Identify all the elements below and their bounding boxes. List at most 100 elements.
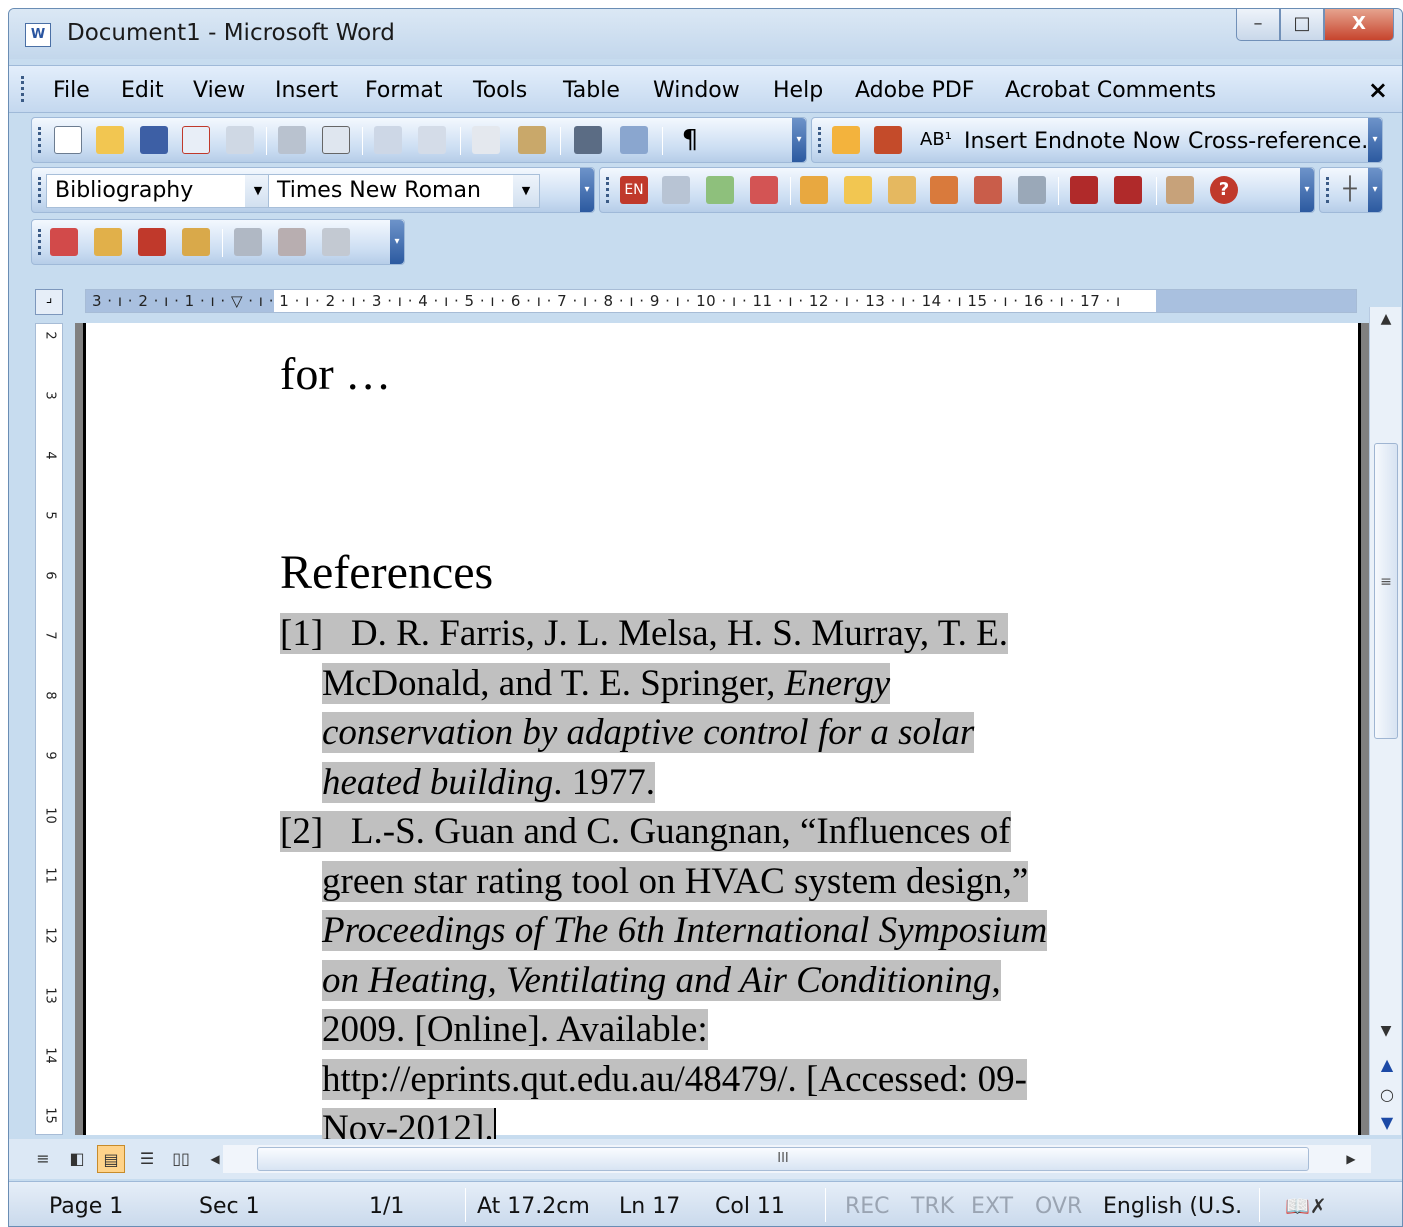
status-ovr[interactable]: OVR [1035,1194,1082,1219]
print-layout-icon[interactable]: ▤ [97,1145,125,1173]
toolbar-options-chevron[interactable]: ▾ [1300,168,1314,212]
toolbar-options-chevron[interactable]: ▾ [580,168,594,212]
unformat-citation-icon[interactable] [974,176,1002,204]
toolbar-options-chevron[interactable]: ▾ [390,220,404,264]
menu-tools[interactable]: Tools [473,78,527,103]
columns-icon[interactable] [574,126,602,154]
menu-format[interactable]: Format [365,78,443,103]
next-page-icon[interactable]: ▼ [1378,1113,1396,1132]
format-bibliography-icon[interactable] [706,176,734,204]
scroll-right-icon[interactable]: ▶ [1337,1145,1365,1173]
toolbar-grip[interactable] [1326,177,1330,203]
font-value: Times New Roman [277,178,481,203]
close-document-button[interactable]: × [1368,76,1388,104]
vertical-ruler[interactable]: 2 3 4 5 6 7 8 9 10 11 12 13 14 15 [35,323,63,1135]
menu-window[interactable]: Window [653,78,740,103]
horizontal-ruler[interactable]: 3 · ı · 2 · ı · 1 · ı · ▽ · ı · 1 · ı · … [85,289,1357,313]
open-folder-icon[interactable] [96,126,124,154]
menubar-grip[interactable] [21,76,25,102]
menu-insert[interactable]: Insert [275,78,338,103]
toolbar-grip[interactable] [818,127,822,153]
toolbar-grip[interactable] [38,177,42,203]
toolbar-grip[interactable] [38,229,42,255]
edit-library-icon[interactable] [888,176,916,204]
endnote-en-icon[interactable]: EN [620,176,648,204]
insert-reference-icon[interactable] [50,228,78,256]
menu-help[interactable]: Help [773,78,823,103]
bibliography-icon[interactable] [138,228,166,256]
drawing-icon[interactable] [620,126,648,154]
research-icon[interactable] [418,126,446,154]
insert-endnote-icon[interactable]: AB¹ [920,129,952,150]
go-to-endnote-icon[interactable] [930,176,958,204]
spelling-icon[interactable] [374,126,402,154]
close-button[interactable]: X [1324,9,1394,41]
select-browse-object-icon[interactable]: ○ [1378,1085,1396,1104]
convert-icon[interactable] [278,228,306,256]
scroll-up-icon[interactable]: ▲ [1370,311,1402,327]
single-user-icon[interactable] [1070,176,1098,204]
chevron-down-icon[interactable]: ▼ [513,175,539,207]
pdf-icon[interactable] [832,126,860,154]
menu-acrobat-comments[interactable]: Acrobat Comments [1005,78,1216,103]
save-icon[interactable] [140,126,168,154]
new-document-icon[interactable] [54,126,82,154]
previous-page-icon[interactable]: ▲ [1378,1055,1396,1074]
tab-selector-icon[interactable]: ⌟ [35,289,63,315]
users-icon[interactable] [1114,176,1142,204]
document-page[interactable]: for … References [1] D. R. Farris, J. L.… [83,323,1361,1149]
status-language[interactable]: English (U.S. [1103,1194,1242,1219]
menu-edit[interactable]: Edit [121,78,164,103]
toolbar-options-chevron[interactable]: ▾ [792,118,806,162]
insert-citation-icon[interactable] [750,176,778,204]
word-app-icon[interactable]: W [25,23,51,47]
manage-sources-icon[interactable] [182,228,210,256]
show-formatting-icon[interactable]: ¶ [676,126,704,154]
outline-view-icon[interactable]: ☰ [133,1145,161,1173]
menu-adobe-pdf[interactable]: Adobe PDF [855,78,974,103]
edit-reference-icon[interactable] [94,228,122,256]
style-dropdown[interactable]: Bibliography ▼ [46,174,272,208]
normal-view-icon[interactable]: ≡ [29,1145,57,1173]
unlink-icon[interactable] [322,228,350,256]
menu-view[interactable]: View [193,78,245,103]
paste-icon[interactable] [518,126,546,154]
insert-endnote-now-button[interactable]: Insert Endnote Now [964,129,1180,154]
toolbar-options-chevron[interactable]: ▾ [1368,118,1382,162]
status-rec[interactable]: REC [845,1194,890,1219]
edit-citation-icon[interactable] [800,176,828,204]
vertical-scrollbar[interactable]: ▲ ≡ ▼ ▲ ○ ▼ [1369,307,1401,1135]
status-trk[interactable]: TRK [911,1194,954,1219]
toolbar-options-chevron[interactable]: ▾ [1368,168,1382,212]
status-ext[interactable]: EXT [971,1194,1013,1219]
folder-icon[interactable] [844,176,872,204]
print-preview-icon[interactable] [322,126,350,154]
menu-table[interactable]: Table [563,78,620,103]
toolbar-grip[interactable] [38,127,42,153]
minimize-button[interactable]: – [1236,9,1280,41]
vertical-scroll-thumb[interactable]: ≡ [1374,443,1398,739]
reading-layout-icon[interactable]: ▯▯ [167,1145,195,1173]
web-layout-icon[interactable]: ◧ [63,1145,91,1173]
export-icon[interactable] [1018,176,1046,204]
preferences-icon[interactable] [1166,176,1194,204]
permission-icon[interactable] [182,126,210,154]
toolbar-grip[interactable] [606,177,610,203]
horizontal-scrollbar[interactable]: III [223,1145,1371,1173]
print-icon[interactable] [278,126,306,154]
find-citation-icon[interactable] [662,176,690,204]
menu-file[interactable]: File [53,78,90,103]
spelling-status-icon[interactable]: 📖✗ [1285,1194,1327,1218]
maximize-button[interactable]: □ [1280,9,1324,41]
cross-reference-button[interactable]: Cross-reference... [1188,129,1382,154]
grid-icon[interactable]: ┼ [1336,176,1364,204]
edit-pdf-icon[interactable] [874,126,902,154]
font-dropdown[interactable]: Times New Roman ▼ [268,174,540,208]
horizontal-scroll-thumb[interactable]: III [257,1147,1309,1171]
email-icon[interactable] [226,126,254,154]
refresh-icon[interactable] [234,228,262,256]
help-icon[interactable]: ? [1210,176,1238,204]
toolbar-separator [560,127,561,155]
cut-icon[interactable] [472,126,500,154]
scroll-down-icon[interactable]: ▼ [1370,1023,1402,1039]
